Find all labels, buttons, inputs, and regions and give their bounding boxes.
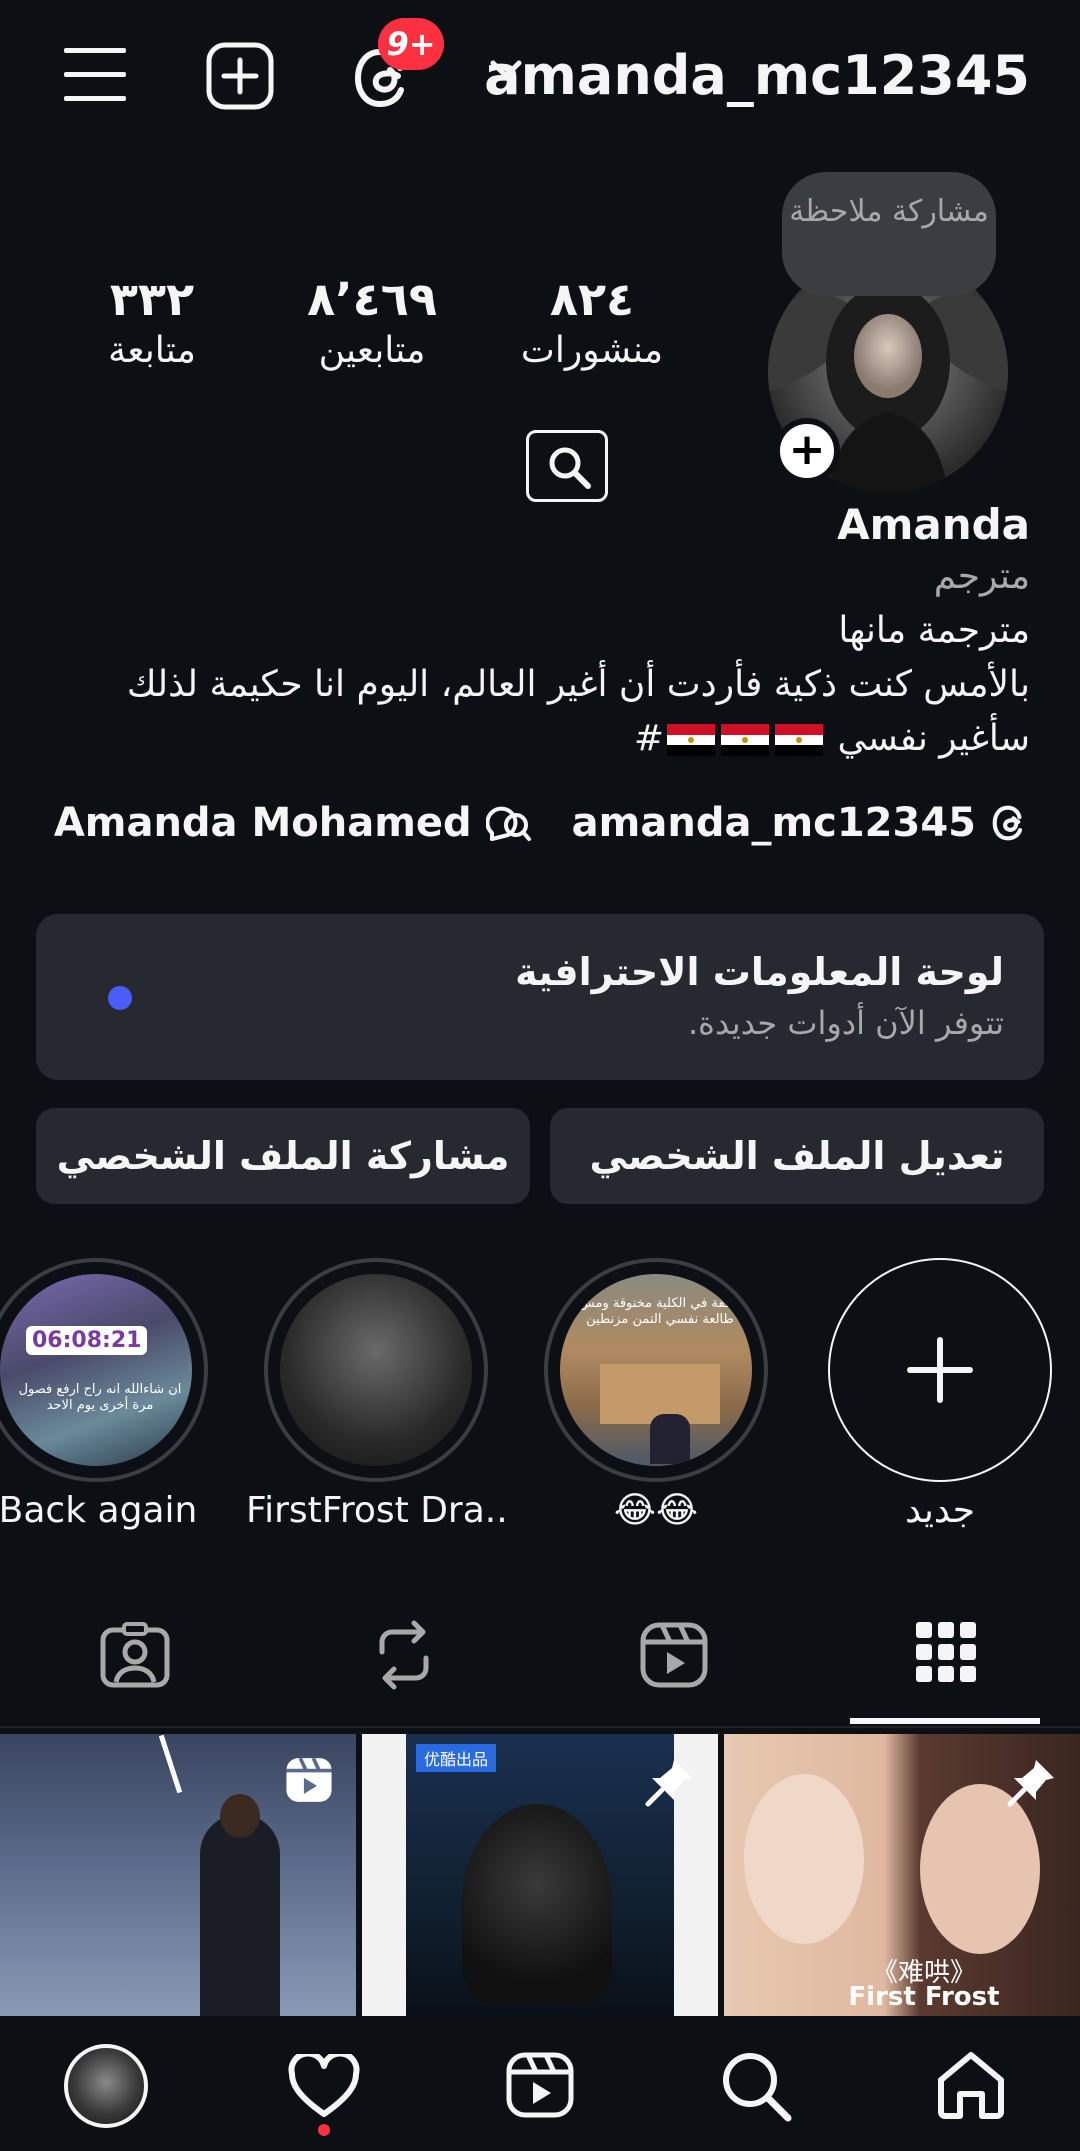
home-icon[interactable] [936, 2050, 1006, 2120]
profile-nav-avatar[interactable] [64, 2044, 148, 2128]
bio-line-3-text: سأغير نفسي [837, 718, 1030, 759]
new-indicator-dot [108, 986, 132, 1010]
highlight-label: جديد [904, 1490, 976, 1531]
link-icon [485, 803, 532, 843]
stat-following[interactable]: ٣٣٢ متابعة [52, 272, 252, 371]
account-username[interactable]: amanda_mc12345 [484, 44, 1030, 107]
bio-line-1: مترجمة مانها [838, 610, 1030, 651]
search-icon [545, 443, 593, 491]
following-label: متابعة [108, 330, 196, 371]
post-thumbnail[interactable] [0, 1734, 356, 2016]
share-note-bubble[interactable]: مشاركة ملاحظة [782, 172, 996, 296]
pro-dashboard-title: لوحة المعلومات الاحترافية [515, 950, 1004, 994]
highlight-item[interactable]: واقفة في الكلية مخنوقة ومش طالعة نفسي ال… [544, 1258, 768, 1482]
new-highlight-button[interactable] [828, 1258, 1052, 1482]
highlight-item[interactable]: 06:08:21 ان شاءالله انه راح ارفع فصول مر… [0, 1258, 208, 1482]
search-nav-icon[interactable] [720, 2050, 792, 2122]
link-name[interactable]: Amanda Mohamed [54, 800, 472, 846]
highlight-label: Back again [0, 1490, 198, 1531]
tagged-tab[interactable] [100, 1622, 170, 1688]
plus-icon [906, 1336, 974, 1404]
menu-icon[interactable] [64, 46, 126, 104]
bottom-nav [0, 2016, 1080, 2151]
create-icon[interactable] [206, 42, 274, 110]
egypt-flag-icon [721, 724, 770, 756]
search-profile-button[interactable] [526, 430, 608, 502]
divider [0, 1726, 1080, 1728]
highlight-cover: 06:08:21 ان شاءالله انه راح ارفع فصول مر… [0, 1274, 192, 1466]
notification-dot [318, 2124, 330, 2136]
egypt-flag-icon [667, 724, 716, 756]
heart-icon[interactable] [288, 2054, 360, 2118]
posts-count: ٨٢٤ [549, 272, 635, 326]
post-caption-2: First Frost [848, 1982, 1000, 2012]
pin-icon [644, 1756, 696, 1808]
reels-tab[interactable] [640, 1622, 708, 1688]
edit-profile-button[interactable]: تعديل الملف الشخصي [550, 1108, 1044, 1204]
highlight-label: FirstFrost Dra... [246, 1490, 506, 1531]
post-thumbnail[interactable]: 优酷出品 [362, 1734, 718, 2016]
add-story-button[interactable]: + [774, 418, 840, 484]
threads-link[interactable]: amanda_mc12345 [572, 800, 976, 846]
pin-icon [1006, 1756, 1058, 1808]
profile-name: Amanda [837, 500, 1030, 549]
stat-followers[interactable]: ٨٬٤٦٩ متابعين [272, 272, 472, 371]
reel-icon [284, 1756, 334, 1804]
followers-label: متابعين [318, 330, 426, 371]
followers-count: ٨٬٤٦٩ [307, 272, 437, 326]
profile-bio: مترجمة مانها بالأمس كنت ذكية فأردت أن أغ… [70, 604, 1030, 766]
highlight-label: 😂😂 [613, 1490, 699, 1531]
pro-dashboard-subtitle: تتوفر الآن أدوات جديدة. [687, 1004, 1004, 1042]
professional-dashboard-card[interactable]: لوحة المعلومات الاحترافية تتوفر الآن أدو… [36, 914, 1044, 1080]
highlight-cover-caption: ان شاءالله انه راح ارفع فصول مرة أخرى يو… [18, 1382, 182, 1413]
post-caption: 优酷出品 [416, 1744, 497, 1772]
threads-small-icon [990, 801, 1030, 845]
highlight-cover: واقفة في الكلية مخنوقة ومش طالعة نفسي ال… [560, 1274, 752, 1466]
countdown-timer: 06:08:21 [26, 1326, 148, 1355]
note-text: مشاركة ملاحظة [789, 194, 989, 229]
following-count: ٣٣٢ [109, 272, 195, 326]
grid-tab[interactable] [916, 1622, 976, 1682]
threads-badge: 9+ [378, 18, 444, 70]
reposts-tab[interactable] [372, 1620, 436, 1690]
stat-posts[interactable]: ٨٢٤ منشورات [492, 272, 692, 371]
post-thumbnail[interactable]: 《难哄》 First Frost [724, 1734, 1080, 2016]
egypt-flag-icon [775, 724, 824, 756]
active-tab-indicator [850, 1718, 1040, 1724]
bio-line-3: سأغير نفسي # [70, 712, 1030, 766]
highlight-item[interactable] [264, 1258, 488, 1482]
profile-category: مترجم [933, 556, 1030, 597]
profile-links: Amanda Mohamed amanda_mc12345 [54, 800, 1030, 846]
highlight-cover [280, 1274, 472, 1466]
reels-nav-icon[interactable] [506, 2052, 574, 2118]
top-bar: 9+ amanda_mc12345 [0, 0, 1080, 150]
bio-hashtag[interactable]: # [634, 718, 664, 759]
share-profile-button[interactable]: مشاركة الملف الشخصي [36, 1108, 530, 1204]
bio-line-2: بالأمس كنت ذكية فأردت أن أغير العالم، ال… [126, 664, 1030, 705]
highlight-cover-caption: واقفة في الكلية مخنوقة ومش طالعة نفسي ال… [578, 1296, 742, 1327]
posts-label: منشورات [520, 330, 664, 371]
